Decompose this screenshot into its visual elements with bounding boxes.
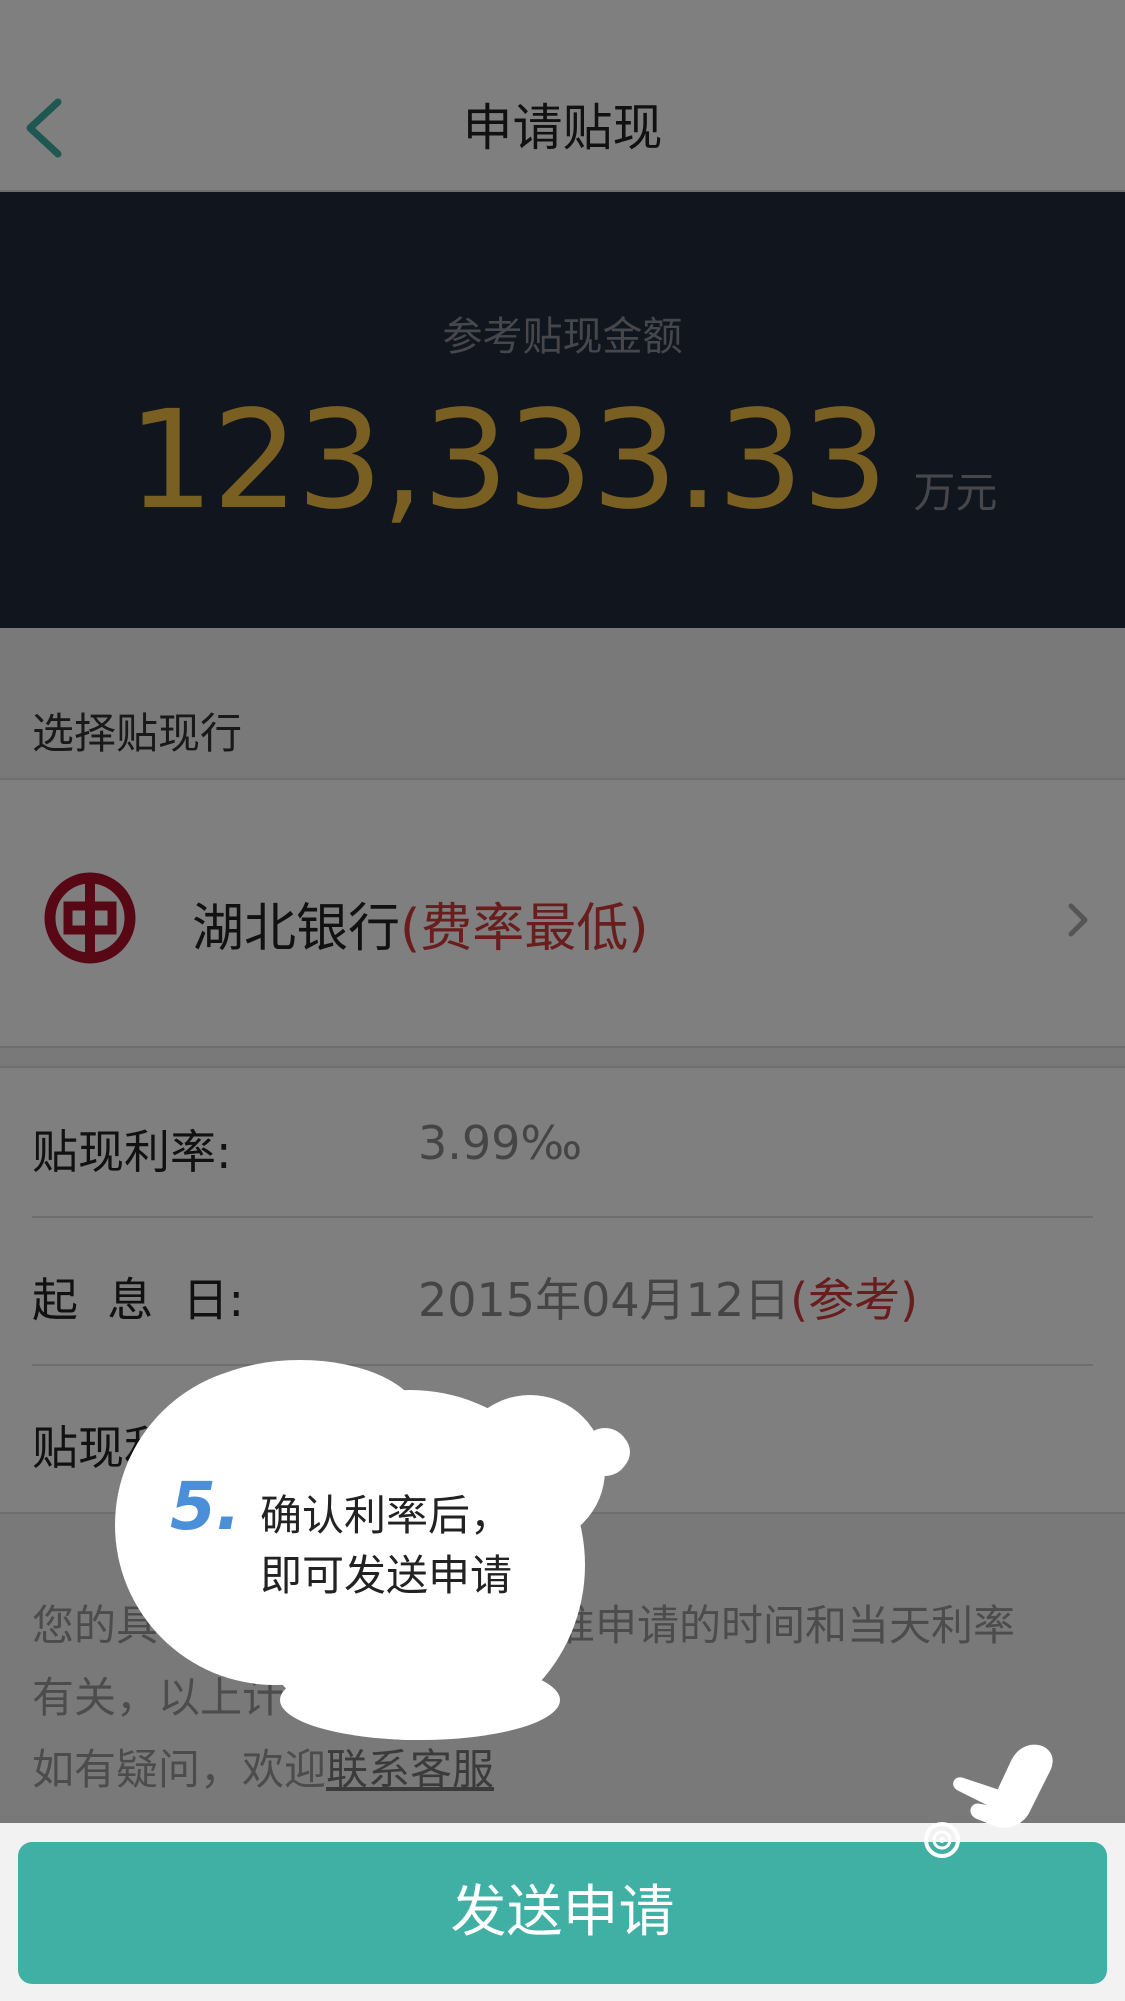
send-application-button[interactable]: 发送申请: [18, 1842, 1107, 1984]
tutorial-overlay: [0, 0, 1125, 1823]
